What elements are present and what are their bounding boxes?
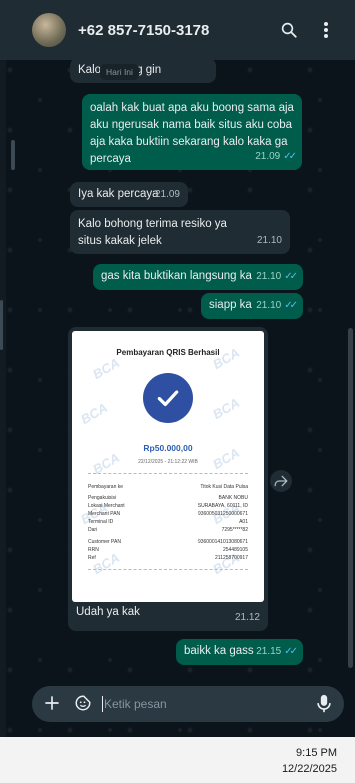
bca-watermark: BCA [78,399,111,428]
receipt-row-value: 936005031250000671 [197,511,248,518]
avatar[interactable] [32,13,66,47]
left-rail [0,60,6,737]
chat-header[interactable]: +62 857-7150-3178 [0,0,355,60]
message-bubble[interactable]: Kalo bohong gin [70,58,216,83]
message-time: 21.12 [234,612,260,623]
receipt-row-value: 211258700917 [215,554,248,561]
message-time: 21.15 ✓✓ [256,643,298,660]
emoji-sticker-icon[interactable] [74,694,92,717]
receipt-row-value: SURABAYA, 60111, ID [197,503,248,510]
message-bubble[interactable]: baikk ka gass 21.15 ✓✓ [176,639,303,665]
message-bubble[interactable]: siapp ka 21.10 ✓✓ [201,293,303,319]
contact-name[interactable]: +62 857-7150-3178 [78,22,209,39]
date-divider: Hari Ini [100,64,139,80]
receipt-row: Ref 211258700917 [88,554,248,562]
clock-date: 12/22/2025 [281,763,337,775]
receipt-row-label: Pengakuisisi [88,495,117,502]
clock-time: 9:15 PM [296,747,337,759]
receipt-row: Terminal ID A01 [88,518,248,526]
receipt-row-value: 7295*****82 [221,527,248,534]
message-text: Kalo bohong terima resiko ya situs kakak… [78,218,227,247]
divider [88,473,248,474]
receipt-row: Lokasi Merchant SURABAYA, 60111, ID [88,502,248,510]
receipt-title: Pembayaran QRIS Berhasil [116,348,220,357]
message-time: 21.10 ✓✓ [256,297,298,314]
receipt-row: Pembayaran ke Titok Kusi Data Pulsa [88,483,248,491]
system-clock[interactable]: 9:15 PM 12/22/2025 [282,745,337,777]
receipt-datetime: 22/12/2025 - 21:12:22 WIB [138,459,198,465]
message-time: 21.09 ✓✓ [255,148,297,165]
whatsapp-window: +62 857-7150-3178 Kalo bohong gin Hari I… [0,0,355,737]
rail-marker [11,140,15,170]
menu-icon[interactable] [314,18,338,42]
receipt-row-value: 936000141013080671 [197,538,248,545]
receipt-row-label: Merchant PAN [88,511,121,518]
search-icon[interactable] [277,18,301,42]
read-tick-icon: ✓✓ [284,300,298,311]
text-caret [102,696,103,712]
receipt-row-label: Ref [88,554,96,561]
forward-icon[interactable] [270,470,292,492]
bca-watermark: BCA [210,394,243,423]
read-tick-icon: ✓✓ [283,151,297,162]
message-bubble[interactable]: Kalo bohong terima resiko ya situs kakak… [70,210,290,254]
message-bubble[interactable]: gas kita buktikan langsung ka 21.10 ✓✓ [93,264,303,290]
receipt-row-label: Customer PAN [88,538,121,545]
message-text: gas kita buktikan langsung ka [101,270,252,282]
bca-watermark: BCA [90,354,123,383]
message-text: Udah ya kak [76,606,140,618]
message-input[interactable]: Ketik pesan [104,697,167,711]
message-bubble[interactable]: Iya kak percaya 21.09 [70,182,188,207]
receipt-row-label: RRN [88,546,99,553]
receipt-row: Dari 7295*****82 [88,526,248,534]
rail-marker [0,300,3,350]
receipt-row-label: Dari [88,527,98,534]
receipt-row: Pengakuisisi BANK NOBU [88,494,248,502]
receipt-row-value: 254489105 [222,546,248,553]
message-time: 21.10 [256,235,282,246]
message-text: siapp ka [209,299,252,311]
receipt-row-value: Titok Kusi Data Pulsa [200,484,248,490]
receipt-amount: Rp50.000,00 [143,443,193,453]
image-caption: Udah ya kak 21.12 [68,599,268,631]
receipt-row: Customer PAN 936000141013080671 [88,538,248,546]
message-composer[interactable]: Ketik pesan [32,686,344,722]
receipt-row-label: Terminal ID [88,519,114,526]
receipt-row-value: BANK NOBU [218,495,248,502]
message-time: 21.09 [154,189,180,200]
receipt-row-label: Pembayaran ke [88,484,124,490]
divider [88,569,248,570]
read-tick-icon: ✓✓ [284,271,298,282]
plus-icon[interactable] [43,694,61,717]
message-text: Iya kak percaya [78,188,159,200]
read-tick-icon: ✓✓ [284,646,298,657]
receipt-details: Pembayaran ke Titok Kusi Data Pulsa Pengak… [88,483,248,562]
message-bubble[interactable]: oalah kak buat apa aku boong sama aja ak… [82,94,302,170]
chat-scrollbar[interactable] [348,328,353,668]
message-time: 21.10 ✓✓ [256,268,298,285]
receipt-row-label: Lokasi Merchant [88,503,125,510]
receipt-row-value: A01 [239,519,248,526]
receipt-row: Merchant PAN 936005031250000671 [88,510,248,518]
microphone-icon[interactable] [316,694,332,719]
windows-taskbar: 9:15 PM 12/22/2025 [0,737,355,783]
check-icon [143,373,193,423]
payment-receipt-image[interactable]: BCA BCA BCA BCA BCA BCA BCA BCA BCA BCA … [72,331,264,602]
receipt-row: RRN 254489105 [88,546,248,554]
message-text: baikk ka gass [184,645,254,657]
